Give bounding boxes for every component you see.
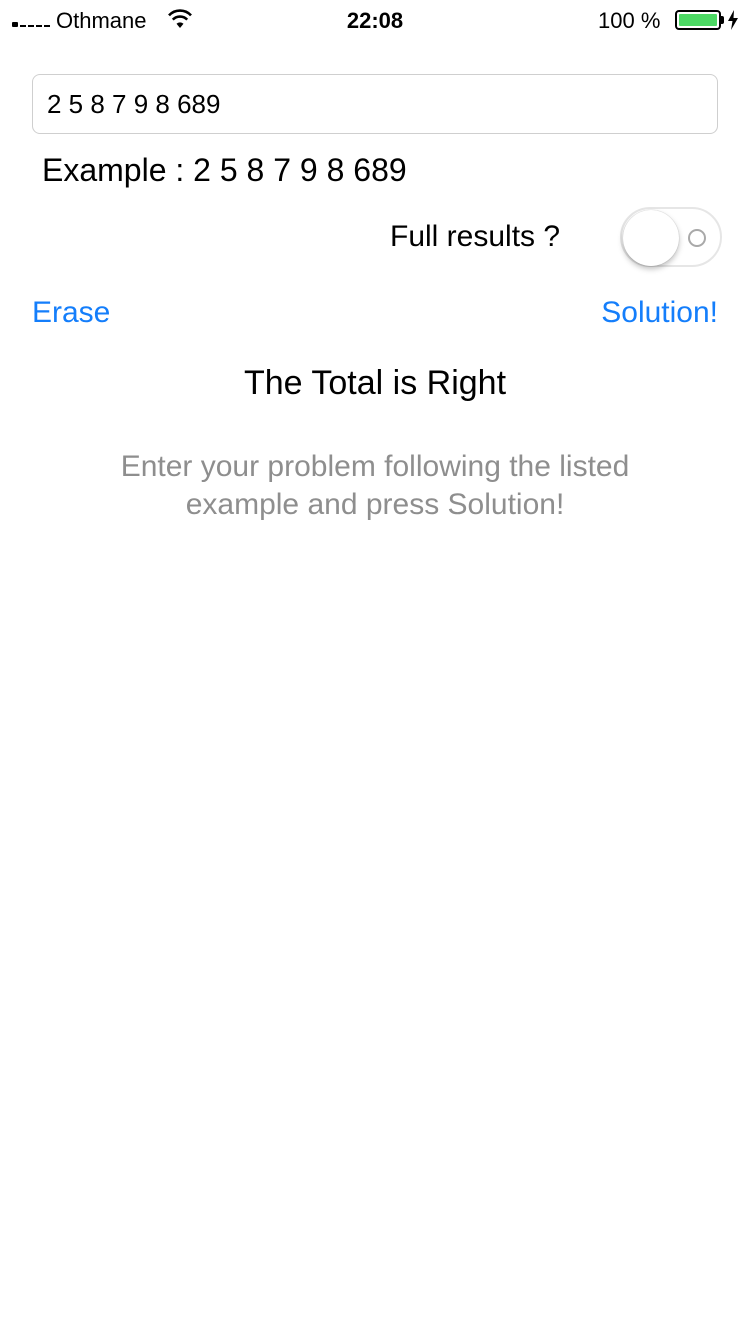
full-results-label: Full results ? xyxy=(390,220,561,253)
toggle-knob[interactable] xyxy=(623,210,679,266)
result-title: The Total is Right xyxy=(243,364,507,402)
problem-input[interactable] xyxy=(32,74,718,134)
full-results-toggle[interactable] xyxy=(620,207,722,267)
toggle-off-indicator-icon xyxy=(688,229,706,247)
battery-nub xyxy=(721,16,724,24)
example-label: Example : 2 5 8 7 9 8 689 xyxy=(42,152,407,188)
battery-percentage: 100 % xyxy=(598,8,661,33)
status-bar: Othmane 22:08 100 % xyxy=(0,0,750,40)
battery-icon xyxy=(675,10,721,30)
battery-fill xyxy=(679,14,717,26)
instructions-text: Enter your problem following the listed … xyxy=(120,450,630,521)
erase-button[interactable]: Erase xyxy=(32,296,110,330)
charging-bolt-icon xyxy=(728,10,738,30)
solution-button[interactable]: Solution! xyxy=(601,296,718,330)
